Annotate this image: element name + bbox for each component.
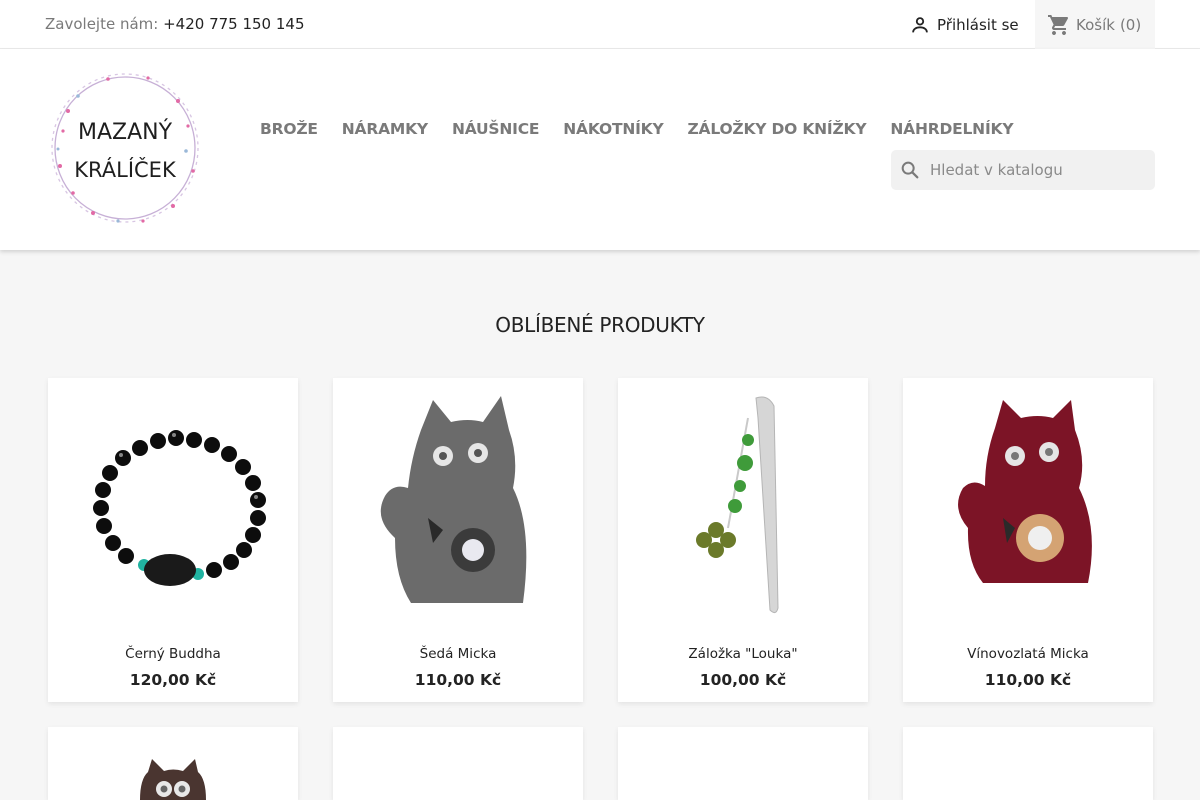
wine-cat-brooch-image: [958, 400, 1092, 583]
shopping-cart-icon: [1048, 14, 1068, 35]
product-name[interactable]: Šedá Micka: [333, 646, 583, 662]
bookmark-image: [696, 396, 779, 614]
cart-button[interactable]: Košík (0): [1035, 0, 1155, 49]
product-card[interactable]: [333, 727, 583, 800]
product-price: 120,00 Kč: [129, 671, 217, 689]
nav-item-zalozky[interactable]: ZÁLOŽKY DO KNÍŽKY: [688, 120, 867, 138]
contact-info: Zavolejte nám: +420 775 150 145: [45, 15, 305, 33]
cart-label: Košík: [1076, 15, 1115, 34]
header: MAZANÝ KRÁLÍČEK BROŽE NÁRAMKY NÁUŠNICE N…: [0, 49, 1200, 250]
brown-cat-brooch-image: [140, 759, 206, 800]
main-navigation: BROŽE NÁRAMKY NÁUŠNICE NÁKOTNÍKY ZÁLOŽKY…: [260, 120, 1014, 138]
product-name[interactable]: Vínovozlatá Micka: [903, 646, 1153, 662]
product-card[interactable]: Záložka "Louka" 100,00 Kč: [618, 378, 868, 702]
product-card[interactable]: Černý Buddha 120,00 Kč: [48, 378, 298, 702]
product-name[interactable]: Černý Buddha: [48, 646, 298, 662]
top-bar: Zavolejte nám: +420 775 150 145 Přihlási…: [0, 0, 1200, 49]
product-image[interactable]: [48, 378, 298, 628]
product-card[interactable]: [618, 727, 868, 800]
product-card[interactable]: Šedá Micka 110,00 Kč: [333, 378, 583, 702]
cart-count: (0): [1119, 15, 1142, 34]
nav-item-nahrdelniky[interactable]: NÁHRDELNÍKY: [890, 120, 1013, 138]
login-label: Přihlásit se: [937, 16, 1019, 34]
login-link[interactable]: Přihlásit se: [909, 14, 1019, 36]
nav-item-broze[interactable]: BROŽE: [260, 120, 318, 138]
nav-item-naramky[interactable]: NÁRAMKY: [342, 120, 428, 138]
product-price: 100,00 Kč: [699, 671, 787, 689]
product-image[interactable]: [903, 727, 1153, 800]
contact-label: Zavolejte nám:: [45, 15, 159, 33]
search-input[interactable]: [930, 161, 1130, 179]
product-image[interactable]: [333, 378, 583, 628]
logo-line-1: MAZANÝ: [78, 119, 173, 145]
product-image[interactable]: [48, 727, 298, 800]
logo-line-2: KRÁLÍČEK: [74, 157, 177, 182]
product-image[interactable]: [618, 727, 868, 800]
product-card[interactable]: [48, 727, 298, 800]
product-card[interactable]: Vínovozlatá Micka 110,00 Kč: [903, 378, 1153, 702]
product-price: 110,00 Kč: [414, 671, 502, 689]
product-name[interactable]: Záložka "Louka": [618, 646, 868, 662]
grey-cat-brooch-image: [380, 396, 527, 603]
section-title: OBLÍBENÉ PRODUKTY: [495, 313, 705, 337]
search-box: [891, 150, 1155, 190]
product-image[interactable]: [903, 378, 1153, 628]
bracelet-image: [93, 430, 266, 586]
product-price: 110,00 Kč: [984, 671, 1072, 689]
search-icon[interactable]: [899, 159, 921, 181]
nav-item-nakotniky[interactable]: NÁKOTNÍKY: [563, 120, 663, 138]
user-icon: [912, 17, 928, 33]
nav-item-nausnice[interactable]: NÁUŠNICE: [452, 120, 540, 138]
shop-logo[interactable]: MAZANÝ KRÁLÍČEK: [48, 71, 203, 226]
product-image[interactable]: [333, 727, 583, 800]
product-card[interactable]: [903, 727, 1153, 800]
phone-number[interactable]: +420 775 150 145: [163, 15, 304, 33]
product-image[interactable]: [618, 378, 868, 628]
